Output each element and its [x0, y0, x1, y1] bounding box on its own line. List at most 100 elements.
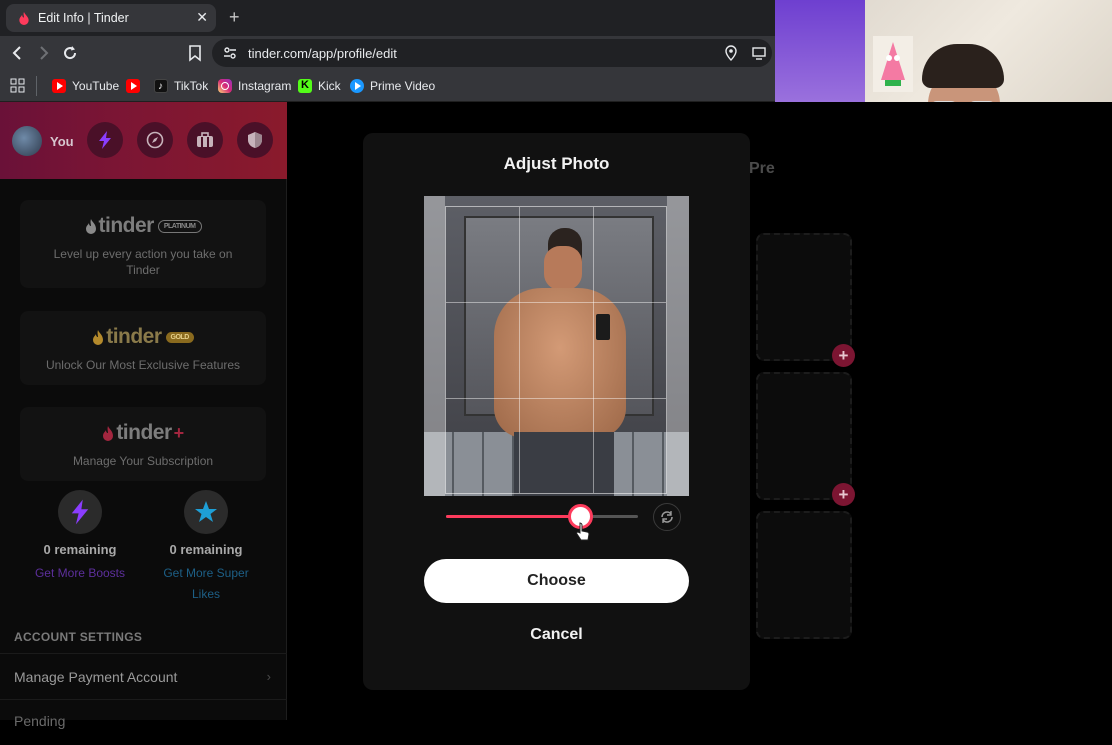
- manage-payment-label: Manage Payment Account: [14, 669, 178, 685]
- add-photo-icon[interactable]: +: [832, 483, 855, 506]
- plus-promo-card[interactable]: tinder + Manage Your Subscription: [20, 407, 266, 481]
- tier-badge: +: [173, 422, 185, 443]
- cast-icon[interactable]: [751, 45, 767, 61]
- tier-badge: PLATINUM: [157, 219, 202, 233]
- brand-name: tinder: [98, 214, 155, 237]
- chevron-right-icon: ›: [266, 669, 271, 684]
- work-nav-button[interactable]: [187, 122, 223, 158]
- back-arrow-icon[interactable]: [9, 44, 27, 62]
- tiktok-icon: ♪: [154, 79, 168, 93]
- photo-slot[interactable]: [756, 233, 852, 361]
- avatar[interactable]: [12, 126, 42, 156]
- get-more-super-likes-link[interactable]: Get More Super Likes: [151, 563, 261, 605]
- flame-icon: [85, 218, 96, 234]
- add-photo-icon[interactable]: +: [832, 344, 855, 367]
- bookmark-kick[interactable]: K Kick: [298, 77, 341, 95]
- platinum-promo-card[interactable]: tinder PLATINUM Level up every action yo…: [20, 200, 266, 288]
- kick-icon: K: [298, 79, 312, 93]
- lightning-icon: [71, 499, 89, 525]
- reload-icon[interactable]: [61, 44, 79, 62]
- you-label[interactable]: You: [50, 134, 74, 149]
- promo-text: Level up every action you take on Tinder: [53, 247, 233, 277]
- youtube-icon: [52, 79, 66, 93]
- photo-slot[interactable]: [756, 372, 852, 500]
- explore-nav-button[interactable]: [137, 122, 173, 158]
- crop-shade-right: [667, 196, 689, 496]
- brand-name: tinder: [116, 421, 172, 444]
- tinder-platinum-logo: tinder PLATINUM: [20, 214, 266, 238]
- star-icon: [195, 501, 217, 522]
- mouse-pointer-icon: [576, 522, 590, 541]
- person-hair: [922, 44, 1004, 88]
- bookmark-instagram[interactable]: Instagram: [218, 77, 291, 95]
- site-settings-icon[interactable]: [222, 45, 238, 61]
- safety-nav-button[interactable]: [237, 122, 273, 158]
- boosts-remaining: 0 remaining: [43, 542, 117, 557]
- instagram-icon: [218, 79, 232, 93]
- tab-title: Edit Info | Tinder: [38, 11, 129, 25]
- bookmark-prime-video[interactable]: Prime Video: [350, 77, 435, 95]
- brand-name: tinder: [106, 325, 162, 348]
- url-text: tinder.com/app/profile/edit: [248, 46, 397, 61]
- rotate-button[interactable]: [653, 503, 681, 531]
- modal-title: Adjust Photo: [503, 154, 610, 173]
- promo-text: Manage Your Subscription: [72, 454, 214, 468]
- super-likes-block: 0 remaining Get More Super Likes: [151, 490, 261, 605]
- new-tab-button[interactable]: +: [229, 7, 240, 28]
- prime-video-icon: [350, 79, 364, 93]
- tinder-plus-logo: tinder +: [20, 421, 266, 445]
- boosts-block: 0 remaining Get More Boosts: [25, 490, 135, 584]
- crop-grid[interactable]: [445, 206, 667, 494]
- flame-icon: [103, 425, 114, 441]
- bookmark-label: Kick: [318, 79, 341, 93]
- location-icon[interactable]: [723, 45, 739, 61]
- choose-button[interactable]: Choose: [424, 559, 689, 603]
- sticker-poster-icon: [873, 36, 913, 92]
- crop-shade-left: [424, 196, 445, 496]
- bookmark-tiktok[interactable]: ♪ TikTok: [154, 77, 208, 95]
- bookmarks-bar: YouTube ♪ TikTok Instagram K Kick Prime …: [0, 70, 775, 102]
- zoom-slider[interactable]: [446, 504, 638, 529]
- next-settings-row[interactable]: Pending: [0, 699, 287, 745]
- zoom-slider-fill: [446, 515, 581, 518]
- photo-slot[interactable]: [756, 511, 852, 639]
- adjust-photo-modal: Adjust Photo Choose Cancel: [363, 133, 750, 690]
- bookmark-label: Prime Video: [370, 79, 436, 93]
- super-like-circle: [184, 490, 228, 534]
- shield-icon: [248, 132, 262, 148]
- bookmark-label: YouTube: [72, 79, 120, 93]
- apps-grid-icon[interactable]: [10, 78, 25, 93]
- grid-line: [446, 398, 666, 399]
- cancel-button[interactable]: Cancel: [363, 626, 750, 644]
- compass-icon: [146, 131, 164, 149]
- boost-nav-button[interactable]: [87, 122, 123, 158]
- tab-close-icon[interactable]: ✕: [196, 9, 208, 26]
- bookmark-youtube[interactable]: YouTube: [52, 77, 119, 95]
- grid-line: [519, 207, 520, 493]
- flame-icon: [93, 329, 104, 345]
- grid-line: [593, 207, 594, 493]
- account-settings-title: ACCOUNT SETTINGS: [14, 630, 143, 644]
- photo-crop-area[interactable]: [424, 196, 689, 496]
- gold-promo-card[interactable]: tinder GOLD Unlock Our Most Exclusive Fe…: [20, 311, 266, 385]
- next-settings-label: Pending: [14, 713, 66, 729]
- promo-text: Unlock Our Most Exclusive Features: [45, 358, 241, 372]
- tier-badge: GOLD: [165, 331, 194, 343]
- super-likes-remaining: 0 remaining: [169, 542, 243, 557]
- bookmark-label: Instagram: [238, 79, 292, 93]
- get-more-boosts-link[interactable]: Get More Boosts: [25, 563, 135, 584]
- preview-tab-label[interactable]: Pre: [749, 160, 775, 178]
- tinder-sidebar: You tinder PLATINUM Level up every actio…: [0, 102, 287, 729]
- browser-tabbar: Edit Info | Tinder ✕ +: [0, 0, 775, 36]
- forward-arrow-icon[interactable]: [34, 44, 52, 62]
- grid-line: [446, 302, 666, 303]
- browser-tab[interactable]: Edit Info | Tinder ✕: [6, 4, 216, 32]
- bookmark-icon[interactable]: [186, 44, 204, 62]
- sidebar-header: You: [0, 102, 287, 179]
- bookmark-youtube-2[interactable]: [126, 77, 146, 95]
- boost-circle: [58, 490, 102, 534]
- rotate-icon: [661, 511, 673, 523]
- browser-toolbar: tinder.com/app/profile/edit: [0, 36, 775, 70]
- manage-payment-row[interactable]: Manage Payment Account ›: [0, 653, 287, 699]
- address-bar[interactable]: tinder.com/app/profile/edit: [212, 39, 772, 67]
